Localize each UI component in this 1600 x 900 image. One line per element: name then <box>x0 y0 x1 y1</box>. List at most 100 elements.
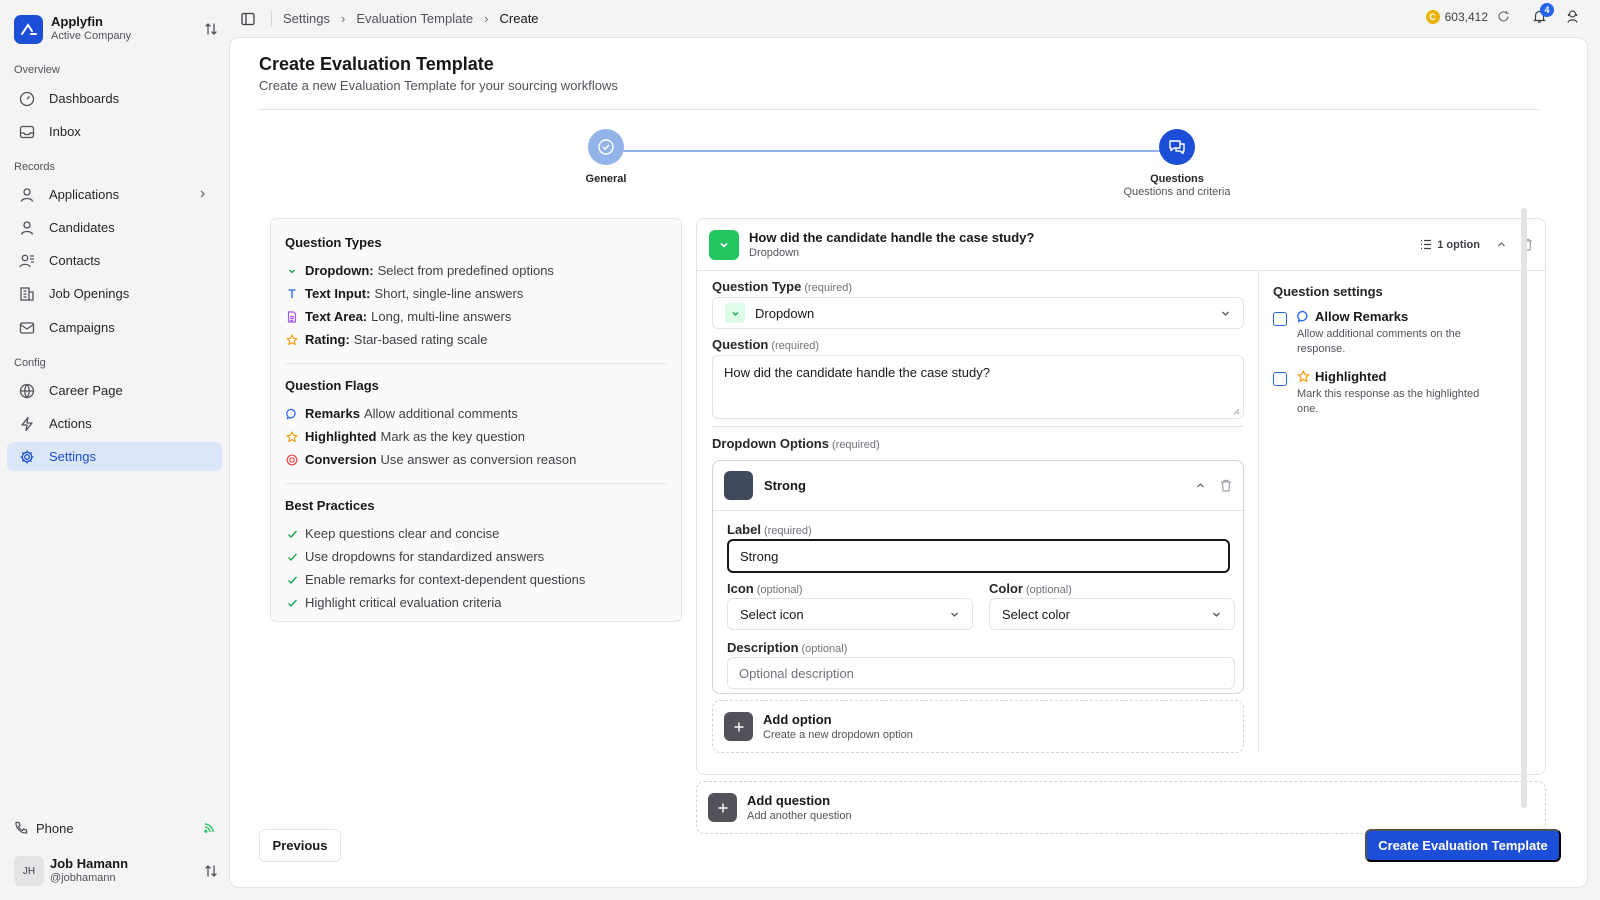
nav-section-records: Records <box>14 161 55 173</box>
sidebar-item-candidates[interactable]: Candidates <box>7 213 222 242</box>
question-header[interactable]: How did the candidate handle the case st… <box>697 219 1545 271</box>
support-icon[interactable] <box>1565 9 1580 24</box>
chevron-right-icon: › <box>484 11 489 26</box>
list-item: Remarks Allow additional comments <box>285 402 667 425</box>
nav-section-config: Config <box>14 357 46 369</box>
phone-status[interactable]: Phone <box>14 817 214 839</box>
list-icon <box>1420 239 1437 250</box>
optional-hint: (optional) <box>1025 584 1072 596</box>
switch-arrows-icon[interactable] <box>202 862 220 880</box>
inbox-icon <box>19 124 35 140</box>
question-textarea[interactable]: How did the candidate handle the case st… <box>712 355 1244 419</box>
type-desc: Long, multi-line answers <box>371 309 512 324</box>
star-icon <box>285 333 299 346</box>
options-count-label: 1 option <box>1437 238 1480 251</box>
switch-arrows-icon[interactable] <box>202 20 220 38</box>
sidebar-item-label: Applications <box>49 187 120 202</box>
sidebar-item-campaigns[interactable]: Campaigns <box>7 313 222 342</box>
setting-title: Highlighted <box>1315 369 1387 384</box>
step-general[interactable]: General <box>526 129 686 185</box>
page-subtitle: Create a new Evaluation Template for you… <box>259 78 618 93</box>
notifications-button[interactable]: 4 <box>1532 3 1554 24</box>
step-questions[interactable]: Questions Questions and criteria <box>1097 129 1257 198</box>
chevron-down-icon <box>949 609 960 620</box>
company-name: Applyfin <box>51 14 103 29</box>
help-panel: Question Types Dropdown: Select from pred… <box>270 218 682 622</box>
question-flags-heading: Question Flags <box>285 378 379 393</box>
resize-handle-icon[interactable] <box>1232 407 1240 415</box>
list-item: Keep questions clear and concise <box>285 522 667 545</box>
sidebar-item-dashboards[interactable]: Dashboards <box>7 84 222 113</box>
sidebar-item-label: Settings <box>49 449 96 464</box>
practice-text: Highlight critical evaluation criteria <box>305 595 502 610</box>
label-text: Icon <box>727 581 754 596</box>
option-icon-select[interactable]: Select icon <box>727 598 973 630</box>
breadcrumb-evaluation-template[interactable]: Evaluation Template <box>356 11 473 26</box>
chevron-up-icon[interactable] <box>1195 480 1206 491</box>
user-menu[interactable]: JH Job Hamann @jobhamann <box>14 855 220 887</box>
sidebar-item-applications[interactable]: Applications <box>7 180 222 209</box>
comment-icon <box>285 408 299 420</box>
label-text: Question Type <box>712 279 802 294</box>
add-question-button[interactable]: Add question Add another question <box>696 781 1546 834</box>
sidebar-item-career-page[interactable]: Career Page <box>7 376 222 405</box>
input-value: Strong <box>740 548 779 564</box>
question-type-label: Question Type (required) <box>712 279 852 294</box>
best-practices-heading: Best Practices <box>285 498 375 513</box>
document-icon <box>285 310 299 323</box>
comment-icon <box>1297 310 1315 323</box>
input-placeholder: Optional description <box>739 665 854 681</box>
option-color-select[interactable]: Select color <box>989 598 1235 630</box>
gear-icon <box>19 449 35 465</box>
flag-desc: Mark as the key question <box>380 429 526 444</box>
check-circle-icon <box>588 129 624 165</box>
divider <box>285 363 667 364</box>
breadcrumb: Settings › Evaluation Template › Create <box>283 11 539 26</box>
sidebar-item-contacts[interactable]: Contacts <box>7 246 222 275</box>
target-icon <box>285 454 299 466</box>
mail-icon <box>19 320 35 336</box>
dropdown-options-label: Dropdown Options (required) <box>712 436 880 451</box>
signal-icon <box>204 823 214 833</box>
sidebar-toggle-icon[interactable] <box>241 12 255 26</box>
add-option-button[interactable]: Add option Create a new dropdown option <box>712 700 1244 753</box>
user-icon <box>19 220 35 236</box>
avatar: JH <box>14 856 44 886</box>
option-label-label: Label (required) <box>727 522 812 537</box>
star-icon <box>285 430 299 443</box>
trash-icon[interactable] <box>1220 479 1232 492</box>
option-label-input[interactable]: Strong <box>727 539 1230 573</box>
breadcrumb-settings[interactable]: Settings <box>283 11 330 26</box>
option-header[interactable]: Strong <box>713 461 1243 511</box>
option-description-label: Description (optional) <box>727 640 847 655</box>
list-item: Use dropdowns for standardized answers <box>285 545 667 568</box>
type-name: Text Input: <box>305 286 371 301</box>
phone-icon <box>14 821 28 835</box>
question-card: How did the candidate handle the case st… <box>696 218 1546 775</box>
flag-name: Highlighted <box>305 429 377 444</box>
sidebar-item-actions[interactable]: Actions <box>7 409 222 438</box>
company-switcher[interactable]: Applyfin Active Company <box>14 13 220 45</box>
list-item: Text Input: Short, single-line answers <box>285 282 667 305</box>
option-description-input[interactable]: Optional description <box>727 657 1235 689</box>
scrollbar[interactable] <box>1521 208 1527 808</box>
refresh-icon[interactable] <box>1497 10 1510 23</box>
question-type-select[interactable]: Dropdown <box>712 297 1244 329</box>
required-hint: (required) <box>771 340 820 352</box>
sidebar-item-settings[interactable]: Settings <box>7 442 222 471</box>
check-icon <box>285 552 299 562</box>
highlighted-checkbox[interactable] <box>1273 372 1287 386</box>
allow-remarks-checkbox[interactable] <box>1273 312 1287 326</box>
company-subtitle: Active Company <box>51 30 132 42</box>
create-template-button[interactable]: Create Evaluation Template <box>1365 829 1561 862</box>
sidebar-item-inbox[interactable]: Inbox <box>7 117 222 146</box>
previous-button[interactable]: Previous <box>259 829 341 862</box>
plus-icon <box>724 712 753 741</box>
option-icon-label: Icon (optional) <box>727 581 803 596</box>
options-count: 1 option <box>1420 239 1480 251</box>
question-types-heading: Question Types <box>285 235 382 250</box>
chevron-up-icon[interactable] <box>1496 239 1507 250</box>
divider <box>271 11 272 27</box>
label-text: Description <box>727 640 799 655</box>
sidebar-item-job-openings[interactable]: Job Openings <box>7 279 222 308</box>
